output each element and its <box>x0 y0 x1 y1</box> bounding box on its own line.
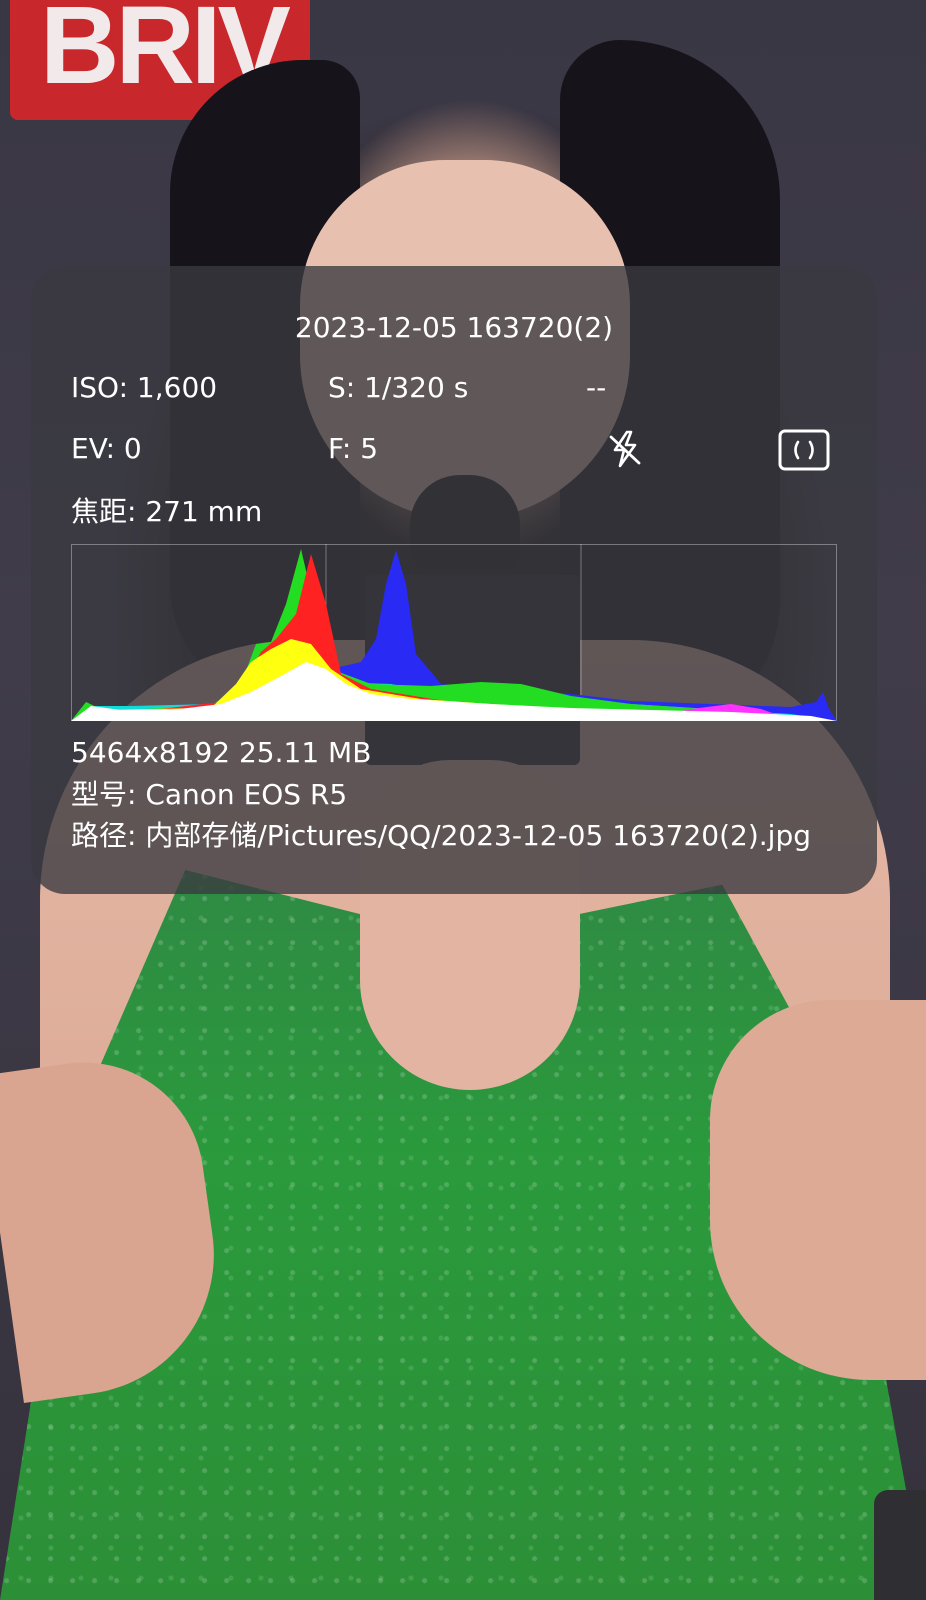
photo-title: 2023-12-05 163720(2) <box>294 311 614 344</box>
aperture-value: F: 5 <box>328 432 379 465</box>
side-handle[interactable] <box>874 1490 926 1600</box>
rgb-histogram <box>71 544 837 721</box>
photo-info-panel[interactable]: 2023-12-05 163720(2) ISO: 1,600 S: 1/320… <box>31 266 877 894</box>
file-path: 路径: 内部存储/Pictures/QQ/2023-12-05 163720(2… <box>71 819 811 852</box>
iso-value: ISO: 1,600 <box>71 371 218 404</box>
focal-length-value: 焦距: 271 mm <box>71 495 263 528</box>
camera-model: 型号: Canon EOS R5 <box>71 778 348 811</box>
histogram-green-channel <box>71 549 837 721</box>
extra-value: -- <box>586 371 607 404</box>
dimensions-and-size: 5464x8192 25.11 MB <box>71 736 372 769</box>
exposure-value: EV: 0 <box>71 432 142 465</box>
photo-viewer-screen: BRIV 2023-12-05 163720(2) ISO: 1,600 S: … <box>0 0 926 1600</box>
flash-off-icon <box>605 429 645 469</box>
metering-frame-icon <box>778 429 830 471</box>
shutter-speed-value: S: 1/320 s <box>328 371 469 404</box>
